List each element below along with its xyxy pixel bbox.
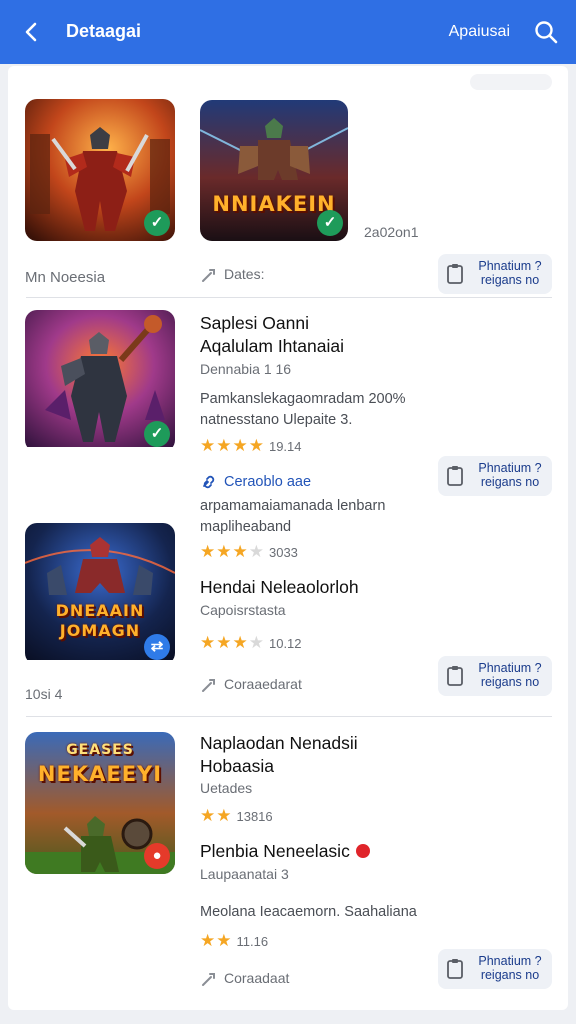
game-thumbnail-title: NEKAEEYI — [37, 762, 163, 786]
search-icon[interactable] — [532, 18, 560, 46]
star-rating: ★★★★ 19.14 — [200, 436, 302, 455]
install-button-label: Phnatium ? reigans no — [478, 461, 542, 489]
game-title: Hendai Neleaolorloh — [200, 577, 359, 597]
wrench-icon — [202, 973, 215, 987]
red-dot-icon — [355, 844, 370, 859]
check-badge-icon: ✓ — [144, 421, 170, 447]
wrench-icon — [202, 269, 215, 283]
date-label: 2a02on1 — [364, 224, 419, 240]
game-thumbnail[interactable]: ✓ — [25, 310, 175, 452]
meta-text: Dates: — [224, 266, 265, 282]
meta-label: Coraadaat — [200, 970, 289, 987]
game-title-secondary: Plenbia Neneelasic — [200, 840, 370, 863]
rating-value: 11.16 — [236, 934, 269, 949]
install-button-label: Phnatium ? reigans no — [478, 954, 542, 982]
red-badge-icon: ● — [144, 843, 170, 869]
rating-value: 13816 — [236, 809, 273, 824]
game-thumbnail-subtitle: GEASES — [66, 742, 134, 758]
game-subtitle: Capoisrstasta — [200, 602, 286, 618]
game-description: arpamamaiamanada lenbarn mapliheaband — [200, 498, 386, 535]
meta-label: Coraaedarat — [200, 676, 302, 693]
header-action-button[interactable]: Apaiusai — [449, 23, 510, 41]
section-label: Mn Noeesia — [25, 269, 106, 286]
back-arrow-icon[interactable] — [18, 18, 46, 46]
clipboard-icon — [447, 959, 463, 979]
install-button-label: Phnatium ? reigans no — [478, 661, 542, 689]
game-thumbnail[interactable]: DNEAAIN JOMAGN ⇄ — [25, 523, 175, 665]
shuffle-badge-icon: ⇄ — [144, 634, 170, 660]
game-subtitle: Dennabia 1 16 — [200, 361, 292, 377]
wrench-icon — [202, 679, 215, 693]
install-button-label: Phnatium ? reigans no — [478, 259, 542, 287]
clipboard-icon — [447, 666, 463, 686]
link-icon — [203, 475, 215, 489]
app-bar: Detaagai Apaiusai — [0, 0, 576, 64]
star-rating: ★★ 13816 — [200, 806, 273, 825]
star-rating: ★★ 11.16 — [200, 931, 269, 950]
divider — [26, 297, 552, 298]
game-title: Saplesi Oanni Aqalulam Ihtanaiai — [200, 313, 344, 356]
section-label: 10si 4 — [25, 686, 63, 702]
star-rating: ★★★★ 3033 — [200, 542, 298, 561]
divider — [26, 716, 552, 717]
meta-label: Dates: — [200, 266, 264, 283]
star-rating: ★★★★ 10.12 — [200, 633, 302, 652]
rating-value: 19.14 — [268, 439, 302, 454]
check-badge-icon: ✓ — [317, 210, 343, 236]
game-description: Pamkanslekagaomradam 200% natnesstano Ule… — [200, 391, 406, 428]
rating-value: 3033 — [268, 545, 298, 560]
install-button[interactable]: Phnatium ? reigans no — [438, 656, 552, 696]
game-thumbnail[interactable]: GEASES NEKAEEYI ● — [25, 732, 175, 874]
game-subtitle: Laupaanatai 3 — [200, 866, 289, 882]
game-thumbnail[interactable]: NNIAKEIN ✓ — [200, 100, 348, 241]
game-description: Meolana Ieacaemorn. Saahaliana — [200, 904, 417, 920]
clipboard-icon — [447, 466, 463, 486]
page-title: Detaagai — [66, 21, 142, 41]
install-button[interactable]: Phnatium ? reigans no — [438, 254, 552, 294]
content-card: ✓ NNIAKEIN ✓ 2a02on1 Mn Noeesia Dates: P… — [8, 66, 568, 1010]
install-button[interactable]: Phnatium ? reigans no — [438, 949, 552, 989]
game-subtitle: Uetades — [200, 780, 253, 796]
rating-value: 10.12 — [268, 636, 302, 651]
game-link[interactable]: Ceraoblo aae — [200, 474, 311, 490]
game-title: Naplaodan Nenadsii Hobaasia — [200, 733, 358, 776]
clipboard-icon — [447, 264, 463, 284]
top-pill — [470, 74, 552, 90]
install-button[interactable]: Phnatium ? reigans no — [438, 456, 552, 496]
check-badge-icon: ✓ — [144, 210, 170, 236]
game-thumbnail[interactable]: ✓ — [25, 99, 175, 241]
